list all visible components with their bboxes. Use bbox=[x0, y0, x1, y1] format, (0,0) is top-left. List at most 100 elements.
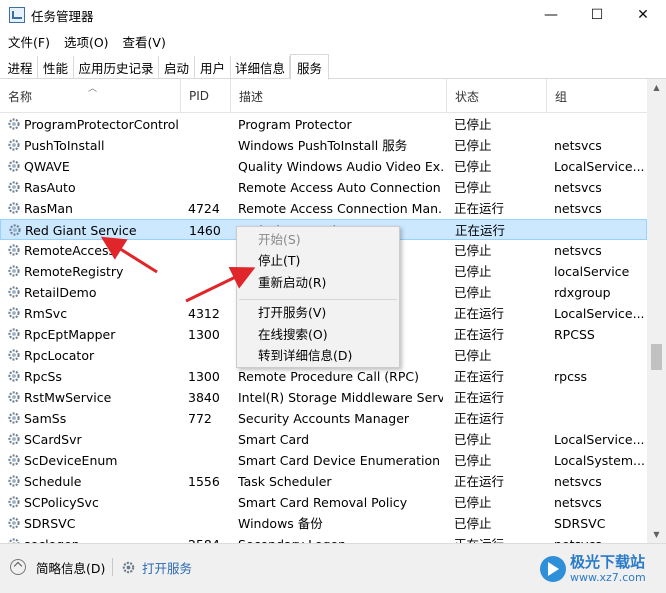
scroll-up-icon[interactable]: ▲ bbox=[647, 79, 666, 96]
service-status: 正在运行 bbox=[454, 306, 505, 321]
menu-start[interactable]: 开始(S) bbox=[258, 230, 301, 250]
service-name: SCardSvr bbox=[24, 432, 82, 447]
service-group: LocalService... bbox=[554, 306, 644, 321]
service-name: RpcEptMapper bbox=[24, 327, 116, 342]
menu-file[interactable]: 文件(F) bbox=[8, 32, 50, 51]
service-name: seclogon bbox=[24, 534, 180, 543]
window-title: 任务管理器 bbox=[31, 8, 94, 24]
tab-users[interactable]: 用户 bbox=[195, 56, 231, 78]
column-group[interactable]: 组 bbox=[547, 79, 647, 113]
close-button[interactable]: ✕ bbox=[620, 0, 666, 30]
service-gear-icon bbox=[7, 453, 21, 467]
scroll-down-icon[interactable]: ▼ bbox=[647, 526, 666, 543]
context-menu: 开始(S) 停止(T) 重新启动(R) 打开服务(V) 在线搜索(O) 转到详细… bbox=[236, 226, 400, 368]
service-group: SDRSVC bbox=[554, 516, 606, 531]
service-row[interactable]: RstMwService 3840 Intel(R) Storage Middlew… bbox=[0, 387, 647, 408]
service-group bbox=[554, 114, 644, 135]
service-row[interactable]: seclogon 2584 Secondary Logon 正在运行 netsvcs bbox=[0, 534, 647, 543]
service-row[interactable]: Schedule 1556 Task Scheduler 正在运行 netsvcs bbox=[0, 471, 647, 492]
vertical-scrollbar[interactable]: ▲ ▼ bbox=[647, 79, 666, 543]
column-name[interactable]: 名称 bbox=[0, 79, 181, 113]
service-row[interactable]: RpcSs 1300 Remote Procedure Call (RPC) 正在运行… bbox=[0, 366, 647, 387]
service-description: Windows PushToInstall 服务 bbox=[238, 138, 408, 153]
menu-stop[interactable]: 停止(T) bbox=[258, 251, 300, 271]
service-name: PushToInstall bbox=[24, 138, 105, 153]
tab-performance[interactable]: 性能 bbox=[38, 56, 74, 78]
service-gear-icon bbox=[7, 201, 21, 215]
service-status: 已停止 bbox=[454, 180, 492, 195]
service-pid: 772 bbox=[188, 411, 212, 426]
service-group bbox=[554, 387, 644, 408]
service-description: Remote Access Auto Connection ... bbox=[238, 180, 443, 195]
menu-separator bbox=[239, 299, 397, 300]
service-name: RmSvc bbox=[24, 306, 68, 321]
service-description: Intel(R) Storage Middleware Serv... bbox=[238, 390, 443, 405]
service-row[interactable]: RasMan 4724 Remote Access Connection Man..… bbox=[0, 198, 647, 219]
service-gear-icon bbox=[7, 264, 21, 278]
scroll-thumb[interactable] bbox=[651, 344, 662, 370]
fewer-details-button[interactable]: 简略信息(D) bbox=[10, 544, 105, 590]
services-gear-icon bbox=[122, 561, 135, 573]
service-name: RetailDemo bbox=[24, 285, 97, 300]
tab-startup[interactable]: 启动 bbox=[159, 56, 195, 78]
service-name: SDRSVC bbox=[24, 516, 76, 531]
column-pid[interactable]: PID bbox=[181, 79, 231, 113]
tab-details[interactable]: 详细信息 bbox=[231, 56, 290, 78]
menu-restart[interactable]: 重新启动(R) bbox=[258, 273, 326, 293]
service-row[interactable]: SDRSVC Windows 备份 已停止 SDRSVC bbox=[0, 513, 647, 534]
column-header: ︿ 名称 PID 描述 状态 组 bbox=[0, 79, 647, 113]
service-gear-icon bbox=[7, 180, 21, 194]
service-gear-icon bbox=[7, 348, 21, 362]
service-pid bbox=[188, 135, 230, 156]
tab-services[interactable]: 服务 bbox=[290, 54, 329, 80]
service-status: 已停止 bbox=[454, 159, 492, 174]
service-row[interactable]: QWAVE Quality Windows Audio Video Ex... 已停… bbox=[0, 156, 647, 177]
menu-options[interactable]: 选项(O) bbox=[64, 32, 109, 51]
service-group: RPCSS bbox=[554, 327, 595, 342]
service-group: localService bbox=[554, 264, 630, 279]
service-row[interactable]: ScDeviceEnum Smart Card Device Enumeratio… bbox=[0, 450, 647, 471]
service-gear-icon bbox=[8, 223, 22, 237]
service-group bbox=[554, 408, 644, 429]
service-status: 正在运行 bbox=[455, 223, 506, 238]
service-status: 已停止 bbox=[454, 495, 492, 510]
service-row[interactable]: RasAuto Remote Access Auto Connection ...… bbox=[0, 177, 647, 198]
service-description: Smart Card Device Enumeration ... bbox=[238, 453, 443, 468]
service-description: Smart Card Removal Policy bbox=[238, 495, 408, 510]
service-pid bbox=[188, 429, 230, 450]
column-description[interactable]: 描述 bbox=[231, 79, 447, 113]
service-gear-icon bbox=[7, 327, 21, 341]
service-status: 正在运行 bbox=[454, 474, 505, 489]
tab-app-history[interactable]: 应用历史记录 bbox=[74, 56, 159, 78]
service-name: RpcSs bbox=[24, 369, 62, 384]
menu-open-services[interactable]: 打开服务(V) bbox=[258, 303, 326, 323]
maximize-button[interactable]: ☐ bbox=[574, 0, 620, 30]
service-row[interactable]: ProgramProtectorControl Program Protector… bbox=[0, 114, 647, 135]
tab-bar: 进程 性能 应用历史记录 启动 用户 详细信息 服务 bbox=[0, 54, 666, 80]
open-services-link[interactable]: 打开服务 bbox=[121, 544, 192, 590]
service-status: 正在运行 bbox=[454, 411, 505, 426]
service-row[interactable]: SCardSvr Smart Card 已停止 LocalService... bbox=[0, 429, 647, 450]
menu-view[interactable]: 查看(V) bbox=[123, 32, 166, 51]
service-group: netsvcs bbox=[554, 534, 644, 543]
service-name: RemoteAccess bbox=[24, 243, 116, 258]
minimize-button[interactable]: — bbox=[528, 0, 574, 30]
menu-go-to-details[interactable]: 转到详细信息(D) bbox=[258, 346, 352, 366]
service-status: 已停止 bbox=[454, 285, 492, 300]
service-group: LocalSystem... bbox=[554, 453, 644, 468]
column-status[interactable]: 状态 bbox=[447, 79, 547, 113]
service-row[interactable]: PushToInstall Windows PushToInstall 服务 已停止… bbox=[0, 135, 647, 156]
service-row[interactable]: SamSs 772 Security Accounts Manager 正在运行 bbox=[0, 408, 647, 429]
tab-processes[interactable]: 进程 bbox=[3, 56, 38, 78]
service-pid: 4312 bbox=[188, 306, 220, 321]
service-gear-icon bbox=[7, 369, 21, 383]
service-group bbox=[555, 220, 645, 241]
service-pid: 4724 bbox=[188, 201, 220, 216]
menu-search-online[interactable]: 在线搜索(O) bbox=[258, 325, 328, 345]
service-group: LocalService... bbox=[554, 432, 644, 447]
watermark: 极光下载站 www.xz7.com bbox=[540, 544, 646, 593]
status-bar: 简略信息(D) 打开服务 极光下载站 www.xz7.com bbox=[0, 543, 666, 593]
service-row[interactable]: SCPolicySvc Smart Card Removal Policy 已停止 n… bbox=[0, 492, 647, 513]
service-group: LocalService... bbox=[554, 159, 644, 174]
service-status: 已停止 bbox=[454, 516, 492, 531]
